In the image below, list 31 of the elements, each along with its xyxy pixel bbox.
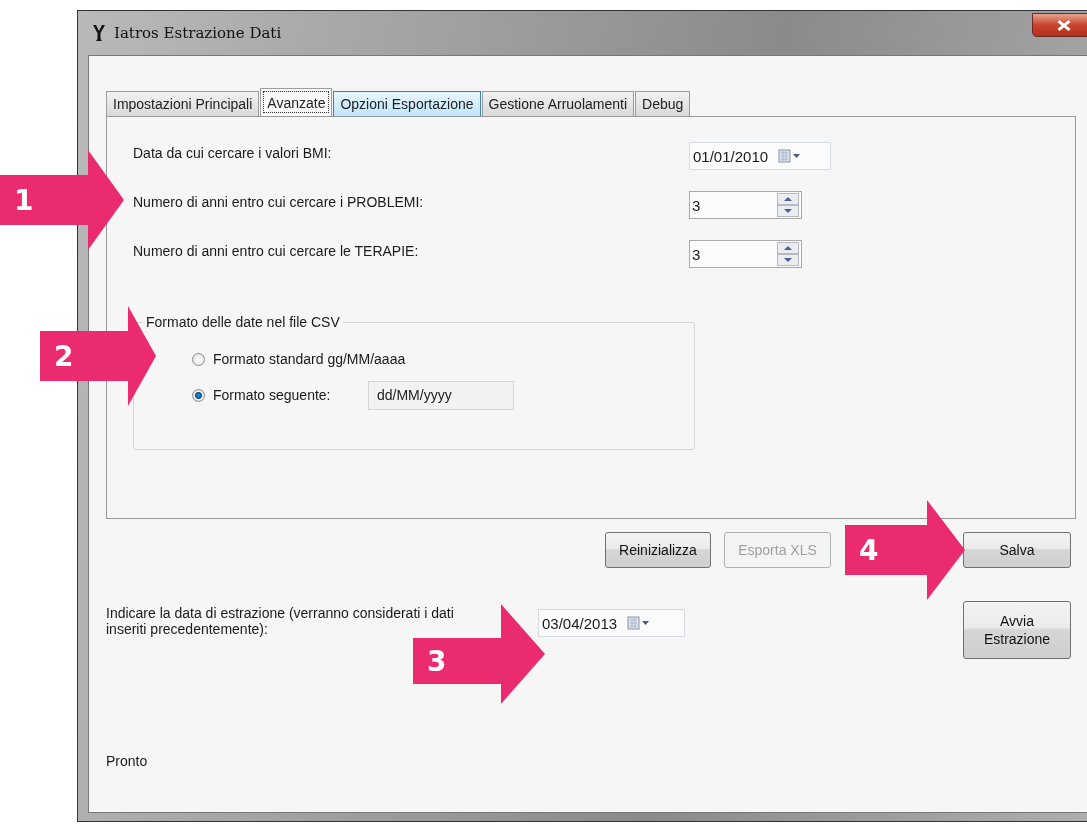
- calendar-dropdown-icon: [778, 149, 803, 163]
- extraction-label: Indicare la data di estrazione (verranno considerati i dati inseriti precedentemente):: [106, 604, 455, 637]
- tab[interactable]: Avanzate: [260, 88, 333, 116]
- action-button[interactable]: Salva: [963, 532, 1071, 568]
- group-legend: Formato delle date nel file CSV: [143, 314, 343, 330]
- tab[interactable]: Opzioni Esportazione: [333, 91, 481, 116]
- status-text: Pronto: [106, 753, 149, 769]
- tab[interactable]: Debug: [635, 91, 691, 116]
- spin-arrows-icon: [777, 242, 799, 266]
- radio-button[interactable]: [192, 352, 205, 366]
- window-title: Iatros Estrazione Dati: [114, 24, 282, 42]
- close-icon: [1057, 19, 1071, 31]
- date-picker[interactable]: 01/01/2010: [689, 142, 831, 170]
- date-picker[interactable]: 03/04/2013: [538, 609, 685, 637]
- setting-label: Numero di anni entro cui cercare i PROBLEMI:: [133, 193, 425, 210]
- calendar-dropdown-icon: [627, 616, 652, 630]
- tab[interactable]: Impostazioni Principali: [106, 91, 260, 116]
- close-button[interactable]: [1032, 13, 1087, 37]
- number-spinner[interactable]: 3: [689, 240, 802, 268]
- setting-label: Data da cui cercare i valori BMI:: [133, 144, 333, 161]
- radio-option[interactable]: Formato seguente:: [192, 387, 368, 403]
- app-icon: [92, 24, 106, 42]
- setting-label: Numero di anni entro cui cercare le TERAPIE:: [133, 242, 420, 259]
- tab[interactable]: Gestione Arruolamenti: [481, 91, 635, 116]
- number-spinner[interactable]: 3: [689, 191, 802, 219]
- radio-option[interactable]: Formato standard gg/MM/aaaa: [192, 351, 406, 367]
- format-input[interactable]: dd/MM/yyyy: [368, 380, 514, 410]
- start-extraction-button[interactable]: Avvia Estrazione: [963, 601, 1071, 659]
- spin-arrows-icon: [777, 193, 799, 217]
- radio-button[interactable]: [192, 388, 205, 402]
- action-button[interactable]: Reinizializza: [605, 532, 711, 568]
